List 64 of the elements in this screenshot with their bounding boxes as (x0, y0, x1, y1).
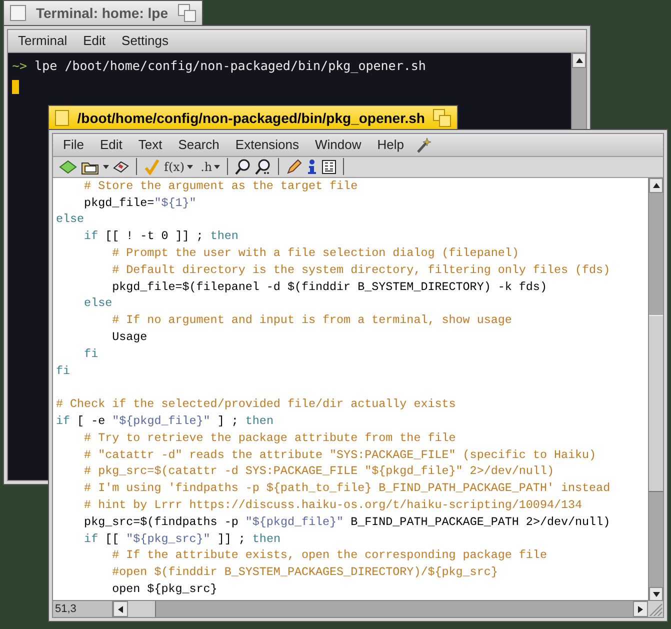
scroll-right-arrow-icon[interactable] (638, 606, 643, 613)
code-line: pkgd_file=$(filepanel -d $(finddir B_SYSTEM_DIRECTORY) -k fds) (111, 278, 548, 296)
info-icon[interactable] (306, 158, 318, 175)
code-line: open ${pkg_src} (111, 580, 218, 598)
code-line: # "catattr -d" reads the attribute "SYS:PACKAGE_FILE" (specific to Haiku) (83, 446, 598, 464)
code-line: # hint by Lrrr https://discuss.haiku-os.org/t/haiku-scripting/10094/134 (83, 496, 584, 514)
window-title: /boot/home/config/non-packaged/bin/pkg_opener.sh (77, 108, 425, 128)
code-line: # Prompt the user with a file selection dialog (filepanel) (111, 245, 520, 262)
header-menu[interactable]: .h (200, 158, 220, 176)
menu-item[interactable]: Settings (114, 31, 177, 51)
code-line: pkg_src=$(findpaths -p "${pkgd_file}" B_FIND_PATH_PACKAGE_PATH 2>/dev/null) (83, 514, 612, 531)
magic-wand-icon[interactable] (416, 136, 432, 153)
check-mark-icon[interactable] (144, 158, 160, 175)
function-menu[interactable]: f(x) (164, 158, 193, 176)
code-line: # I'm using 'findpaths -p ${path_to_file} B_FIND_PATH_PACKAGE_PATH' instead (83, 480, 612, 497)
cursor-position: 51,3 (53, 601, 113, 618)
horizontal-scrollbar[interactable] (113, 601, 648, 618)
code-line: else (83, 295, 114, 312)
search-icon[interactable] (235, 158, 252, 175)
vertical-scrollbar[interactable] (571, 53, 586, 131)
search-next-icon[interactable] (255, 158, 272, 175)
resize-grip-icon[interactable] (648, 602, 663, 617)
code-line: Usage (111, 329, 148, 346)
code-line: if [ -e "${pkgd_file}" ] ; then (56, 412, 274, 430)
menu-item[interactable]: Extensions (227, 135, 307, 155)
code-line: #open $(finddir B_SYSTEM_PACKAGES_DIRECTORY)/${pkg_src} (111, 564, 499, 581)
code-line: if [[ "${pkg_src}" ]] ; then (83, 530, 282, 548)
code-line: fi (83, 346, 100, 363)
caret-icon[interactable] (103, 164, 109, 169)
menu-item[interactable]: Search (170, 135, 228, 155)
code-line: # If the attribute exists, open the corresponding package file (111, 547, 548, 564)
scroll-up-arrow-icon[interactable] (576, 58, 582, 63)
menu-item[interactable]: File (55, 135, 92, 155)
window-title: Terminal: home: lpe (35, 4, 169, 23)
code-line: # pkg_src=$(catattr -d SYS:PACKAGE_FILE "${pkgd_file}" 2>/dev/null) (83, 463, 555, 480)
vertical-scrollbar[interactable] (648, 178, 663, 602)
scroll-down-arrow-icon[interactable] (652, 592, 660, 597)
command-text: lpe /boot/home/config/non-packaged/bin/pkg_opener.sh (34, 58, 426, 73)
zoom-button[interactable] (178, 4, 196, 22)
menu-item[interactable]: Edit (92, 135, 130, 155)
menu-item[interactable]: Terminal (10, 31, 76, 51)
menu-item[interactable]: Text (130, 135, 170, 155)
code-line: # If no argument and input is from a terminal, show usage (111, 312, 513, 329)
code-line: # Try to retrieve the package attribute from the file (83, 430, 457, 447)
scroll-thumb[interactable] (128, 601, 156, 618)
code-line: # Store the argument as the target file (83, 178, 359, 195)
code-line: # Check if the selected/provided file/dir actually exists (56, 396, 457, 413)
menu-item[interactable]: Window (307, 135, 370, 155)
code-line: else (56, 211, 86, 228)
menu-item[interactable]: Edit (75, 31, 114, 51)
prompt: ~> (12, 58, 28, 73)
columns-icon[interactable] (322, 160, 336, 174)
code-line: # Default directory is the system directory, filtering only files (fds) (111, 262, 612, 279)
caret-icon[interactable] (186, 164, 193, 169)
new-file-icon[interactable] (59, 160, 77, 174)
menu-item[interactable]: Help (369, 135, 412, 155)
code-line: fi (56, 362, 72, 380)
code-line: if [[ ! -t 0 ]] ; then (83, 228, 240, 246)
scroll-left-arrow-icon[interactable] (118, 606, 123, 613)
caret-icon[interactable] (214, 164, 220, 169)
scroll-up-arrow-icon[interactable] (652, 182, 660, 188)
code-line: pkgd_file="${1}" (83, 194, 198, 212)
close-button[interactable] (10, 5, 26, 21)
text-cursor (12, 80, 19, 94)
